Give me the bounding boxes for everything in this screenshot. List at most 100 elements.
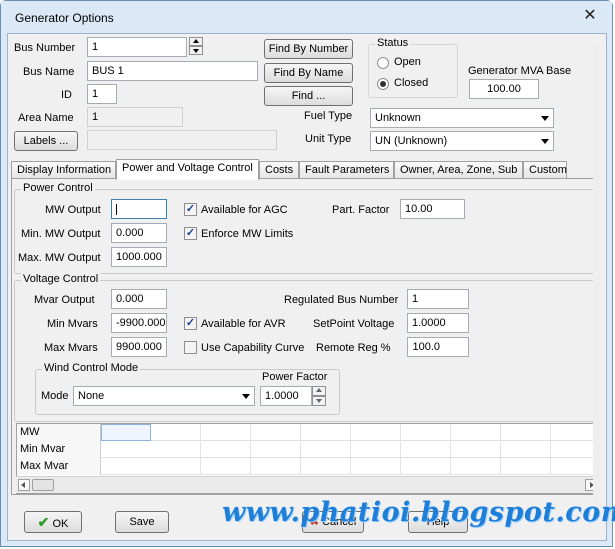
table-row: Max Mvar [17, 458, 599, 475]
grid-cell[interactable] [351, 441, 401, 458]
tab-display-information[interactable]: Display Information [11, 161, 116, 179]
setpoint-voltage-label: SetPoint Voltage [313, 318, 395, 330]
power-factor-input[interactable]: 1.0000 [260, 386, 312, 406]
scroll-left-button[interactable] [18, 479, 30, 491]
grid-cell[interactable] [251, 458, 301, 475]
bus-number-label: Bus Number [14, 42, 76, 54]
id-input[interactable]: 1 [87, 84, 117, 104]
grid-cell[interactable] [151, 458, 201, 475]
max-mvars-input[interactable]: 9900.000 [111, 337, 167, 357]
mode-value: None [78, 390, 105, 402]
grid-cell[interactable] [351, 458, 401, 475]
radio-selected-dot [380, 81, 386, 87]
grid-cell[interactable] [201, 424, 251, 441]
grid-cell[interactable] [501, 441, 551, 458]
grid-cell[interactable] [301, 458, 351, 475]
remote-reg-input[interactable]: 100.0 [407, 337, 469, 357]
grid-cell[interactable] [351, 424, 401, 441]
save-button[interactable]: Save [115, 511, 169, 533]
available-for-agc-checkbox[interactable]: ✓ [184, 203, 197, 216]
mw-output-label: MW Output [45, 204, 101, 216]
voltage-control-group: Voltage Control Mvar Output 0.000 Min Mv… [14, 273, 598, 422]
generator-options-window: Generator Options ✕ Bus Number 1 Bus Nam… [0, 0, 613, 547]
grid-cell[interactable] [301, 424, 351, 441]
enforce-mw-limits-checkbox[interactable]: ✓ [184, 227, 197, 240]
mode-select[interactable]: None [73, 386, 255, 406]
status-closed-radio[interactable] [377, 78, 389, 90]
fuel-type-select[interactable]: Unknown [370, 108, 554, 128]
part-factor-input[interactable]: 10.00 [400, 199, 465, 219]
power-control-group: Power Control MW Output Min. MW Output 0… [14, 182, 598, 274]
bus-number-input[interactable]: 1 [87, 37, 187, 57]
chevron-down-icon [242, 394, 250, 399]
grid-cell[interactable] [151, 424, 201, 441]
tab-custom[interactable]: Custom [523, 161, 567, 179]
remote-reg-label: Remote Reg % [316, 342, 391, 354]
right-edge-strip [593, 45, 601, 508]
tab-power-and-voltage-control[interactable]: Power and Voltage Control [116, 159, 259, 180]
find-by-number-button[interactable]: Find By Number [264, 39, 353, 59]
regulated-bus-number-input[interactable]: 1 [407, 289, 469, 309]
tab-fault-parameters[interactable]: Fault Parameters [299, 161, 394, 179]
power-factor-spin-down[interactable] [312, 396, 326, 406]
grid-cell[interactable] [251, 424, 301, 441]
grid-cell[interactable] [401, 458, 451, 475]
grid-cell[interactable] [151, 441, 201, 458]
mva-base-input[interactable]: 100.00 [469, 79, 539, 99]
tab-costs[interactable]: Costs [259, 161, 299, 179]
status-open-radio[interactable] [377, 57, 389, 69]
unit-type-select[interactable]: UN (Unknown) [370, 131, 554, 151]
table-row: MW [17, 424, 599, 441]
min-mvars-input[interactable]: -9900.000 [111, 313, 167, 333]
grid-cell[interactable] [501, 424, 551, 441]
tab-owner-area-zone-sub[interactable]: Owner, Area, Zone, Sub [394, 161, 523, 179]
status-open-label: Open [394, 56, 421, 68]
available-for-avr-checkbox[interactable]: ✓ [184, 317, 197, 330]
grid-cell[interactable] [451, 424, 501, 441]
find-by-name-button[interactable]: Find By Name [264, 63, 353, 83]
use-capability-curve-label: Use Capability Curve [201, 342, 305, 354]
wind-control-mode-group: Wind Control Mode Mode None Power Factor… [35, 362, 340, 415]
grid-horizontal-scrollbar[interactable] [16, 476, 600, 493]
grid-cell[interactable] [401, 424, 451, 441]
status-closed-label: Closed [394, 77, 429, 89]
bus-name-input[interactable]: BUS 1 [87, 61, 258, 81]
watermark-text: www.phatioi.blogspot.com [222, 497, 615, 528]
grid-cell[interactable] [251, 441, 301, 458]
grid-cell[interactable] [301, 441, 351, 458]
grid-cell[interactable] [451, 441, 501, 458]
grid-cell[interactable] [451, 458, 501, 475]
wind-control-mode-title: Wind Control Mode [42, 362, 141, 374]
min-mw-output-label: Min. MW Output [21, 228, 101, 240]
grid-cell[interactable] [401, 441, 451, 458]
grid-cell[interactable] [201, 441, 251, 458]
status-group: Status Open Closed [368, 37, 458, 98]
mvar-output-input[interactable]: 0.000 [111, 289, 167, 309]
chevron-left-icon [21, 482, 25, 488]
selected-cell[interactable] [101, 424, 151, 441]
checkmark-icon: ✔ [37, 514, 50, 530]
unit-type-value: UN (Unknown) [375, 135, 448, 147]
status-title: Status [375, 37, 411, 49]
find-button[interactable]: Find ... [264, 86, 353, 106]
bus-number-spin-down[interactable] [189, 46, 203, 55]
labels-button[interactable]: Labels ... [14, 131, 78, 151]
regulated-bus-number-label: Regulated Bus Number [284, 294, 399, 306]
scroll-thumb[interactable] [32, 479, 54, 491]
ok-button[interactable]: ✔ OK [24, 511, 82, 533]
grid-cell[interactable] [201, 458, 251, 475]
power-factor-spin-up[interactable] [312, 386, 326, 396]
min-mw-output-input[interactable]: 0.000 [111, 223, 167, 243]
row-header-mw: MW [17, 424, 101, 441]
close-icon[interactable]: ✕ [581, 7, 599, 25]
max-mw-output-input[interactable]: 1000.000 [111, 247, 167, 267]
mw-output-input[interactable] [111, 199, 167, 219]
area-name-field: 1 [87, 107, 183, 127]
mode-label: Mode [41, 390, 69, 402]
min-mvars-label: Min Mvars [47, 318, 98, 330]
labels-field [87, 130, 277, 150]
use-capability-curve-checkbox[interactable] [184, 341, 197, 354]
setpoint-voltage-input[interactable]: 1.0000 [407, 313, 469, 333]
bus-number-spin-up[interactable] [189, 37, 203, 46]
grid-cell[interactable] [501, 458, 551, 475]
